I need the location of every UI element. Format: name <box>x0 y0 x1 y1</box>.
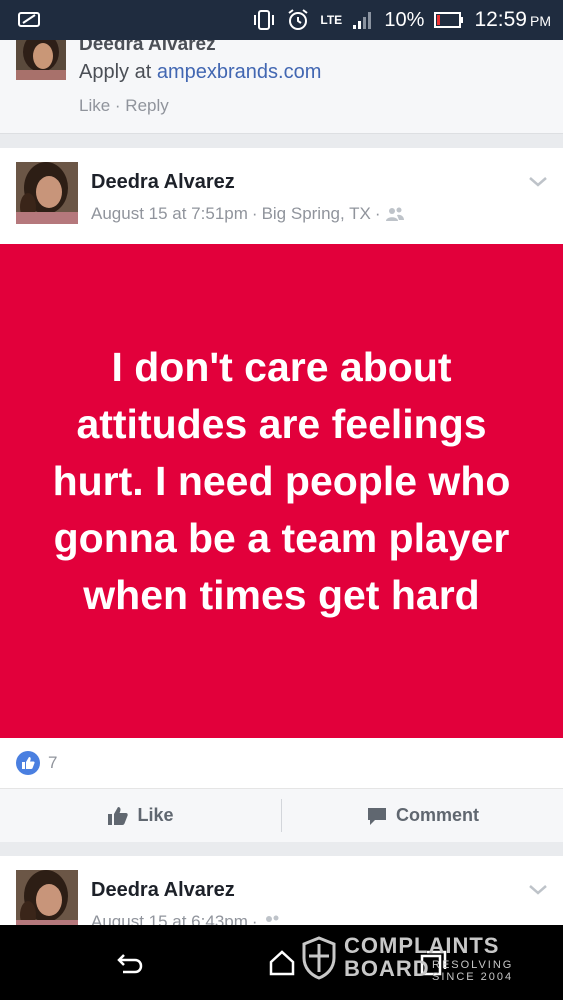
comment: Deedra Alvarez Apply at ampexbrands.com … <box>0 40 563 134</box>
reaction-count: 7 <box>48 753 58 772</box>
post-author[interactable]: Deedra Alvarez <box>91 879 235 902</box>
like-button-label: Like <box>137 805 174 825</box>
back-icon[interactable] <box>114 947 146 979</box>
post-meta: August 15 at 7:51pm · Big Spring, TX · <box>91 204 405 224</box>
comment-text-prefix: Apply at <box>79 61 157 83</box>
post-date[interactable]: August 15 at 6:43pm <box>91 912 248 925</box>
friends-audience-icon <box>385 207 404 221</box>
battery-percent: 10% <box>384 8 425 31</box>
post-date[interactable]: August 15 at 7:51pm <box>91 204 248 224</box>
avatar[interactable] <box>16 870 78 925</box>
watermark-line1: COMPLAINTS <box>344 933 500 958</box>
watermark-subtext: RESOLVING SINCE 2004 <box>432 959 513 983</box>
comment-button-label: Comment <box>395 805 479 825</box>
post-card: Deedra Alvarez August 15 at 6:43pm · <box>0 856 563 925</box>
status-bar: LTE 10% 12:59 PM <box>0 0 563 40</box>
post-action-bar: Like Comment <box>0 788 563 842</box>
thumbs-up-icon <box>108 806 129 825</box>
comment-reply-link[interactable]: Reply <box>125 96 168 115</box>
watermark: COMPLAINTS BOARD RESOLVING SINCE 2004 <box>302 932 522 984</box>
chevron-down-icon[interactable] <box>527 170 549 192</box>
post-text: I don't care about attitudes are feeling… <box>52 343 511 618</box>
news-feed[interactable]: Deedra Alvarez Apply at ampexbrands.com … <box>0 40 563 925</box>
post-author[interactable]: Deedra Alvarez <box>91 171 235 194</box>
avatar[interactable] <box>16 40 66 80</box>
meta-separator: · <box>374 204 381 223</box>
comment-actions: Like · Reply <box>79 96 169 116</box>
post-text-background: I don't care about attitudes are feeling… <box>0 244 563 738</box>
like-button[interactable]: Like <box>0 789 281 842</box>
comment-text: Apply at ampexbrands.com <box>79 61 321 84</box>
friends-audience-icon <box>265 915 279 922</box>
signal-icon <box>353 12 372 29</box>
comment-button[interactable]: Comment <box>282 789 563 842</box>
avatar[interactable] <box>16 162 78 224</box>
clock-time: 12:59 <box>474 8 527 31</box>
watermark-line2: BOARD <box>344 956 430 981</box>
shield-logo-icon <box>302 936 336 980</box>
post-card: Deedra Alvarez August 15 at 7:51pm · Big… <box>0 148 563 842</box>
post-location[interactable]: Big Spring, TX <box>262 204 371 224</box>
reactions-summary[interactable]: 7 <box>0 738 563 788</box>
watermark-sub2: SINCE 2004 <box>432 971 514 983</box>
chevron-down-icon[interactable] <box>527 878 549 900</box>
battery-icon <box>434 12 464 28</box>
meta-separator: · <box>251 912 258 925</box>
comment-icon <box>367 807 386 825</box>
comment-link[interactable]: ampexbrands.com <box>157 61 322 83</box>
home-icon[interactable] <box>266 947 298 979</box>
meta-separator: · <box>251 204 258 223</box>
comment-action-separator: · <box>110 96 126 115</box>
alarm-icon <box>288 9 309 30</box>
screenshot-notification-icon <box>18 12 40 27</box>
comment-like-link[interactable]: Like <box>79 96 110 115</box>
post-meta: August 15 at 6:43pm · <box>91 912 282 925</box>
watermark-sub1: RESOLVING <box>432 959 514 971</box>
network-type: LTE <box>320 12 343 27</box>
like-reaction-icon <box>16 751 40 775</box>
vibrate-icon <box>254 10 275 30</box>
clock-ampm: PM <box>530 13 551 29</box>
comment-author[interactable]: Deedra Alvarez <box>79 40 216 56</box>
